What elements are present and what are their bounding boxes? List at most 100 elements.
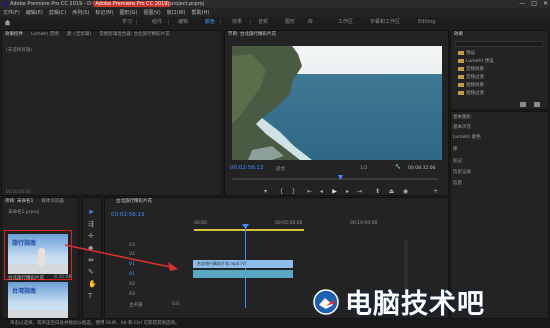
home-icon[interactable] [4, 19, 11, 26]
project-item-duration: 8:32:06 [54, 275, 72, 280]
timeline-timecode[interactable]: 00:02:56:13 [111, 212, 145, 218]
watermark: 电脑技术吧 [312, 282, 485, 321]
watermark-text: 电脑技术吧 [345, 289, 485, 320]
extract-icon[interactable]: ⏏ [388, 189, 395, 195]
panel-history[interactable]: 历史记录 [453, 169, 471, 175]
close-button[interactable]: ✕ [543, 0, 548, 8]
hand-tool-icon[interactable]: ✋ [88, 280, 97, 288]
menu-file[interactable]: 文件(F) [3, 9, 20, 16]
master-track-label: 主声道 [129, 303, 143, 308]
thumb-title: 台湾指南 [12, 288, 37, 295]
menu-graphics[interactable]: 图形(G) [120, 9, 138, 16]
step-forward-icon[interactable]: ▸ [344, 189, 351, 195]
program-panel-tabs: 节目: 台北旅行精彩片花 [225, 31, 448, 39]
tab-sequence[interactable]: 台北旅行精彩片花 [108, 198, 152, 206]
go-to-in-icon[interactable]: ⇤ [306, 189, 313, 195]
effects-folder-video-effects[interactable]: 视频效果 [458, 82, 484, 88]
mark-in-icon[interactable]: { [278, 189, 285, 195]
workspace-color[interactable]: 颜色 [205, 19, 215, 26]
go-to-out-icon[interactable]: ⇥ [356, 189, 363, 195]
video-clip[interactable]: 台北旅行精彩片花.mp4 [V] [193, 260, 293, 268]
menu-window[interactable]: 窗口(W) [167, 9, 186, 16]
panel-essential-sound[interactable]: 基本声音 [453, 124, 471, 130]
menu-help[interactable]: 帮助(H) [192, 9, 210, 16]
menu-clip[interactable]: 剪辑(C) [49, 9, 66, 16]
tab-project[interactable]: 项目: 未命名1 [5, 198, 33, 206]
selection-tool-icon[interactable]: ➤ [88, 208, 94, 216]
minimize-button[interactable]: — [519, 0, 525, 8]
tab-source[interactable]: 源: (无剪辑) [67, 31, 91, 39]
panel-markers[interactable]: 标记 [453, 158, 462, 164]
workspace-audio[interactable]: 音频 [258, 19, 268, 26]
status-text: 单击以选择，或单击空白处并拖动以框选。使用 Shift、Alt 和 Ctrl 可… [10, 321, 180, 326]
effects-folder-audio-effects[interactable]: 音频效果 [458, 66, 484, 72]
folder-icon [458, 50, 464, 55]
tab-program[interactable]: 节目: 台北旅行精彩片花 [228, 31, 276, 39]
effects-folder-video-transitions[interactable]: 视频过渡 [458, 90, 484, 96]
play-icon[interactable]: ▶ [331, 189, 338, 195]
project-item-thumbnail[interactable]: 台湾指南 [8, 282, 68, 318]
workspace-edit[interactable]: 编辑 [178, 19, 188, 26]
workspace-effects[interactable]: 效果 [232, 19, 242, 26]
step-back-icon[interactable]: ◂ [318, 189, 325, 195]
workspace-assembly[interactable]: 组件 [152, 19, 162, 26]
track-select-tool-icon[interactable]: ⇶ [88, 220, 94, 228]
thumb-person [38, 248, 45, 266]
delete-icon[interactable] [534, 102, 540, 107]
menu-edit[interactable]: 编辑(E) [26, 9, 43, 16]
work-area-bar[interactable] [194, 229, 304, 231]
menu-sequence[interactable]: 序列(S) [72, 9, 89, 16]
quality-dropdown[interactable]: 1/2 [360, 166, 367, 171]
tab-effects[interactable]: 效果 [454, 31, 463, 39]
source-panel-tabs: 效果控件 Lumetri 范围 源: (无剪辑) 音频剪辑混合器: 台北旅行精彩… [2, 31, 222, 39]
program-scrub-bar[interactable] [232, 178, 438, 180]
watermark-logo-icon [313, 288, 339, 315]
export-frame-icon[interactable]: ◉ [402, 189, 409, 195]
menu-view[interactable]: 视图(V) [143, 9, 160, 16]
tab-media-browser[interactable]: 媒体浏览器 [41, 198, 64, 206]
track-a2-label[interactable]: A2 [129, 282, 135, 287]
tab-effect-controls[interactable]: 效果控件 [5, 31, 23, 39]
track-a3-label[interactable]: A3 [129, 292, 135, 297]
effects-folder-lumetri[interactable]: Lumetri 预设 [458, 58, 494, 64]
panel-libraries[interactable]: 库 [453, 146, 458, 152]
menu-marker[interactable]: 标记(M) [95, 9, 113, 16]
new-bin-icon[interactable] [520, 102, 526, 107]
program-video-frame[interactable] [232, 46, 442, 160]
effects-panel-tabs: 效果 [451, 31, 548, 39]
project-item-thumbnail[interactable]: 旅行指南 [8, 234, 68, 274]
mark-out-icon[interactable]: } [290, 189, 297, 195]
audio-clip[interactable] [193, 270, 293, 278]
workspace-workspaces[interactable]: 工作区 [338, 19, 353, 26]
lift-icon[interactable]: ⬆ [374, 189, 381, 195]
maximize-button[interactable]: □ [531, 0, 537, 8]
workspace-separator [136, 20, 137, 25]
coastline-video-image [232, 46, 442, 160]
effects-folder-audio-transitions[interactable]: 音频过渡 [458, 74, 484, 80]
panel-essential-graphics[interactable]: 基本图形 [453, 114, 471, 120]
workspace-library[interactable]: 库 [308, 19, 313, 26]
program-timecode[interactable]: 00:02:56:13 [230, 165, 264, 171]
tab-lumetri-scopes[interactable]: Lumetri 范围 [31, 31, 59, 39]
master-track-value[interactable]: 0.0 [172, 302, 179, 307]
effects-search-input[interactable] [455, 41, 543, 47]
program-duration: 00:08:32:06 [408, 166, 436, 171]
panel-lumetri-color[interactable]: Lumetri 颜色 [453, 134, 481, 140]
workspace-graphics[interactable]: 图形 [285, 19, 295, 26]
workspace-bar [0, 17, 550, 29]
workspace-captions[interactable]: 字幕和工作区 [370, 19, 400, 26]
button-editor-icon[interactable]: + [432, 189, 439, 195]
no-clip-label: (未选择剪辑) [6, 48, 33, 53]
wrench-icon[interactable]: 🔧 [395, 165, 401, 170]
effects-folder-presets[interactable]: 预设 [458, 50, 475, 56]
workspace-editing[interactable]: Editing [418, 19, 435, 26]
workspace-learn[interactable]: 学习 [122, 19, 132, 26]
add-marker-icon[interactable]: ▾ [262, 189, 269, 195]
tab-audio-mixer[interactable]: 音频剪辑混合器: 台北旅行精彩片花 [99, 31, 169, 39]
folder-icon [458, 58, 464, 63]
project-path: 未命名1.prproj [8, 210, 40, 215]
fit-dropdown[interactable]: 适合 [276, 166, 285, 172]
panel-info[interactable]: 信息 [453, 180, 462, 186]
ripple-edit-tool-icon[interactable]: ✛ [88, 232, 94, 240]
type-tool-icon[interactable]: T [88, 292, 92, 300]
